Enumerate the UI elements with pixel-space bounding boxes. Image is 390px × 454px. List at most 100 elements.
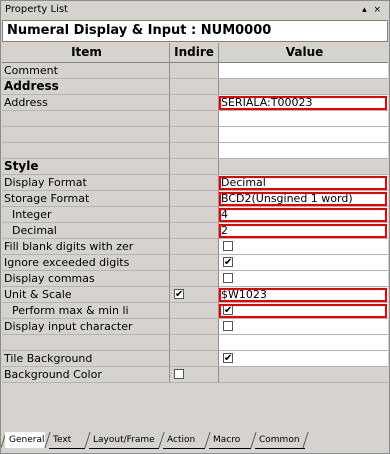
section-fill	[219, 79, 388, 95]
property-row[interactable]: Unit & Scale ✔ $W1023	[2, 287, 388, 303]
property-value[interactable]	[219, 111, 388, 127]
property-row[interactable]: Comment	[2, 63, 388, 79]
indirect-cell[interactable]	[170, 175, 219, 191]
property-value[interactable]: $W1023	[219, 287, 388, 303]
value-checkbox[interactable]: ✔	[223, 353, 233, 364]
tab-common[interactable]: Common	[255, 432, 305, 449]
property-row[interactable]: Perform max & min li ✔	[2, 303, 388, 319]
section-label: Style	[2, 159, 170, 175]
property-name: Fill blank digits with zer	[2, 239, 170, 255]
indirect-cell[interactable]	[170, 111, 219, 127]
property-value[interactable]: 2	[219, 223, 388, 239]
property-name: Display Format	[2, 175, 170, 191]
tab-text[interactable]: Text	[49, 432, 85, 449]
column-header-indirect[interactable]: Indire	[170, 43, 219, 63]
property-row[interactable]: Background Color	[2, 367, 388, 383]
property-row[interactable]	[2, 143, 388, 159]
indirect-cell[interactable]	[170, 143, 219, 159]
indirect-cell	[170, 159, 219, 175]
property-row[interactable]: Address SERIALA:T00023	[2, 95, 388, 111]
window-controls-icon[interactable]: ▴ ×	[362, 1, 383, 19]
property-name: Tile Background	[2, 351, 170, 367]
value-text: 2	[221, 224, 228, 237]
indirect-cell[interactable]	[170, 63, 219, 79]
highlight-box	[219, 224, 387, 238]
value-text: Decimal	[221, 176, 266, 189]
object-header: Numeral Display & Input : NUM0000	[2, 20, 388, 42]
property-row[interactable]: Ignore exceeded digits ✔	[2, 255, 388, 271]
property-row[interactable]: Fill blank digits with zer	[2, 239, 388, 255]
property-row[interactable]: Decimal 2	[2, 223, 388, 239]
indirect-cell[interactable]: ✔	[170, 287, 219, 303]
tab-action[interactable]: Action	[163, 432, 205, 449]
property-row[interactable]: Display commas	[2, 271, 388, 287]
property-value[interactable]: ✔	[219, 255, 388, 271]
property-row[interactable]: Display input character	[2, 319, 388, 335]
property-value[interactable]: Decimal	[219, 175, 388, 191]
indirect-cell[interactable]	[170, 239, 219, 255]
section-label: Address	[2, 79, 170, 95]
property-value[interactable]	[219, 271, 388, 287]
indirect-cell[interactable]	[170, 319, 219, 335]
indirect-cell[interactable]	[170, 223, 219, 239]
property-row[interactable]: Tile Background ✔	[2, 351, 388, 367]
tab-general[interactable]: General	[5, 432, 45, 448]
property-list-window: Property List ▴ × Numeral Display & Inpu…	[0, 0, 390, 454]
indirect-cell[interactable]	[170, 271, 219, 287]
property-name	[2, 335, 170, 351]
property-name: Ignore exceeded digits	[2, 255, 170, 271]
indirect-cell	[170, 79, 219, 95]
value-checkbox[interactable]	[223, 273, 233, 283]
value-text: 4	[221, 208, 228, 221]
indirect-cell[interactable]	[170, 207, 219, 223]
property-row[interactable]: Storage Format BCD2(Unsgined 1 word)	[2, 191, 388, 207]
indirect-cell[interactable]	[170, 127, 219, 143]
highlight-box	[219, 304, 387, 318]
property-name: Background Color	[2, 367, 170, 383]
property-row[interactable]: Display Format Decimal	[2, 175, 388, 191]
indirect-checkbox[interactable]: ✔	[174, 289, 184, 300]
column-header-value[interactable]: Value	[219, 43, 388, 63]
indirect-cell[interactable]	[170, 255, 219, 271]
property-value[interactable]: ✔	[219, 351, 388, 367]
property-value[interactable]: SERIALA:T00023	[219, 95, 388, 111]
value-text: $W1023	[221, 288, 267, 301]
property-value[interactable]	[219, 239, 388, 255]
section-row: Address	[2, 79, 388, 95]
property-name: Integer	[2, 207, 170, 223]
property-value[interactable]: ✔	[219, 303, 388, 319]
property-row[interactable]: Integer 4	[2, 207, 388, 223]
property-value[interactable]	[219, 127, 388, 143]
property-row[interactable]	[2, 111, 388, 127]
indirect-cell[interactable]	[170, 95, 219, 111]
property-name: Unit & Scale	[2, 287, 170, 303]
tab-bar: General Text Layout/Frame Action Macro Common	[1, 430, 389, 453]
value-checkbox[interactable]	[223, 321, 233, 331]
property-value[interactable]	[219, 63, 388, 79]
value-checkbox[interactable]: ✔	[223, 257, 233, 268]
indirect-cell[interactable]	[170, 351, 219, 367]
highlight-box	[219, 208, 387, 222]
property-value[interactable]	[219, 143, 388, 159]
property-value[interactable]	[219, 319, 388, 335]
indirect-cell[interactable]	[170, 191, 219, 207]
property-name: Comment	[2, 63, 170, 79]
value-checkbox[interactable]	[223, 241, 233, 251]
value-checkbox[interactable]: ✔	[223, 305, 233, 316]
tab-macro[interactable]: Macro	[209, 432, 251, 449]
property-value[interactable]: BCD2(Unsgined 1 word)	[219, 191, 388, 207]
indirect-cell[interactable]	[170, 335, 219, 351]
property-value[interactable]: 4	[219, 207, 388, 223]
indirect-cell[interactable]	[170, 303, 219, 319]
property-name: Storage Format	[2, 191, 170, 207]
property-name: Perform max & min li	[2, 303, 170, 319]
indirect-cell[interactable]	[170, 367, 219, 383]
column-header-item[interactable]: Item	[2, 43, 170, 63]
property-row[interactable]	[2, 127, 388, 143]
tab-layout-frame[interactable]: Layout/Frame	[89, 432, 159, 449]
property-row[interactable]	[2, 335, 388, 351]
value-text: SERIALA:T00023	[221, 96, 313, 109]
property-value[interactable]	[219, 367, 388, 383]
property-value[interactable]	[219, 335, 388, 351]
indirect-checkbox[interactable]	[174, 369, 184, 379]
